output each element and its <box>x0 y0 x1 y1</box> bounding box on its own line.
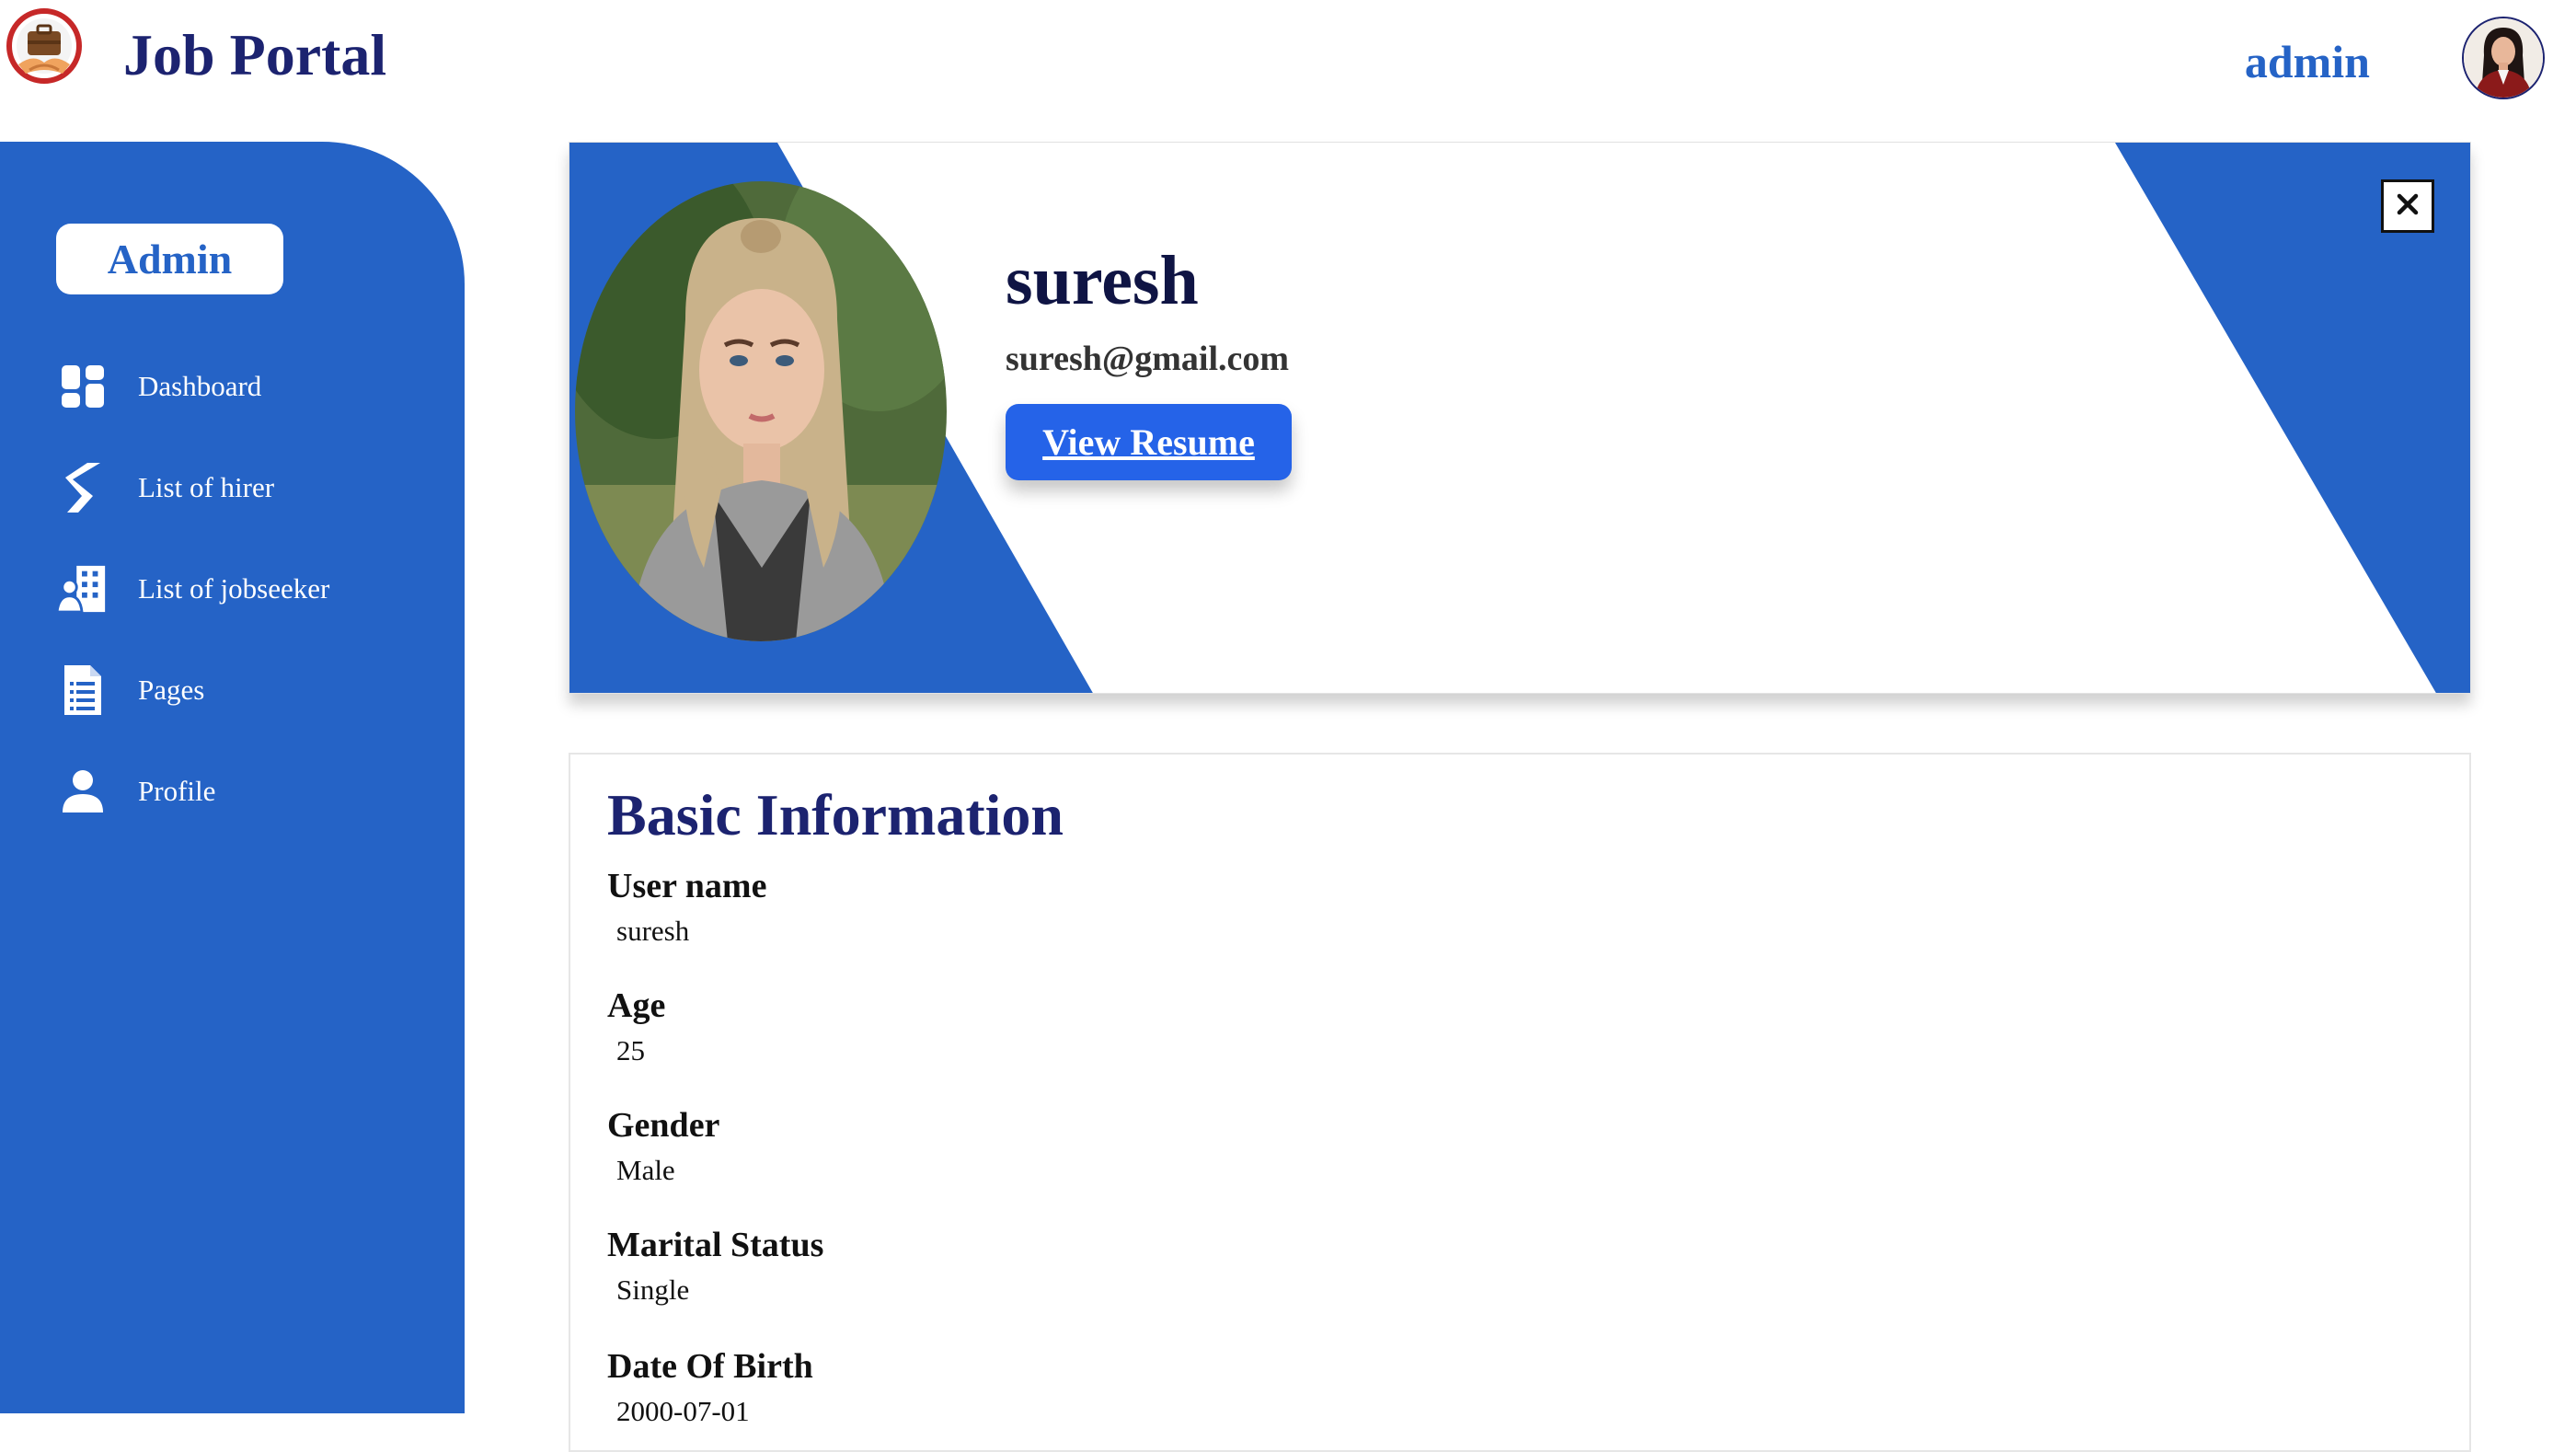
field-label-marital-status: Marital Status <box>607 1226 824 1264</box>
current-user-name[interactable]: admin <box>2245 29 2370 94</box>
sidebar-item-label: Dashboard <box>138 370 262 402</box>
field-label-gender: Gender <box>607 1106 720 1145</box>
profile-email: suresh@gmail.com <box>1006 340 1290 378</box>
sidebar-item-profile[interactable]: Profile <box>57 755 443 828</box>
field-label-age: Age <box>607 986 666 1025</box>
role-badge[interactable]: Admin <box>56 224 283 294</box>
field-value-user-name: suresh <box>616 915 690 947</box>
field-value-marital-status: Single <box>616 1273 690 1306</box>
sidebar-item-label: List of jobseeker <box>138 572 330 605</box>
sidebar: Admin Dashboard List of hirer List of jo… <box>0 142 465 1413</box>
sidebar-item-label: Pages <box>138 674 205 706</box>
sidebar-item-list-of-hirer[interactable]: List of hirer <box>57 451 443 524</box>
user-avatar[interactable] <box>2462 17 2545 99</box>
view-resume-button[interactable]: View Resume <box>1006 404 1292 480</box>
sidebar-item-pages[interactable]: Pages <box>57 653 443 727</box>
field-label-user-name: User name <box>607 867 767 905</box>
close-button[interactable] <box>2381 179 2434 233</box>
field-label-date-of-birth: Date Of Birth <box>607 1347 813 1386</box>
profile-photo <box>575 181 947 641</box>
profile-banner: suresh suresh@gmail.com View Resume <box>569 142 2471 694</box>
basic-information-card: Basic Information User name suresh Age 2… <box>569 753 2471 1452</box>
briefcase-logo-icon[interactable] <box>6 7 83 85</box>
sidebar-item-label: List of hirer <box>138 471 275 503</box>
app-title: Job Portal <box>123 22 387 87</box>
field-value-date-of-birth: 2000-07-01 <box>616 1395 750 1427</box>
hirer-icon <box>57 460 109 515</box>
field-value-gender: Male <box>616 1154 675 1186</box>
sidebar-item-dashboard[interactable]: Dashboard <box>57 350 443 423</box>
close-icon <box>2396 192 2420 221</box>
dashboard-icon <box>57 359 109 414</box>
section-title: Basic Information <box>607 782 1064 847</box>
document-icon <box>57 663 109 718</box>
field-value-age: 25 <box>616 1034 645 1066</box>
profile-name: suresh <box>1006 242 1199 319</box>
sidebar-item-label: Profile <box>138 775 216 807</box>
top-header: Job Portal admin <box>0 0 2576 138</box>
person-icon <box>57 764 109 819</box>
jobseeker-icon <box>57 561 109 617</box>
sidebar-item-list-of-jobseeker[interactable]: List of jobseeker <box>57 552 443 626</box>
